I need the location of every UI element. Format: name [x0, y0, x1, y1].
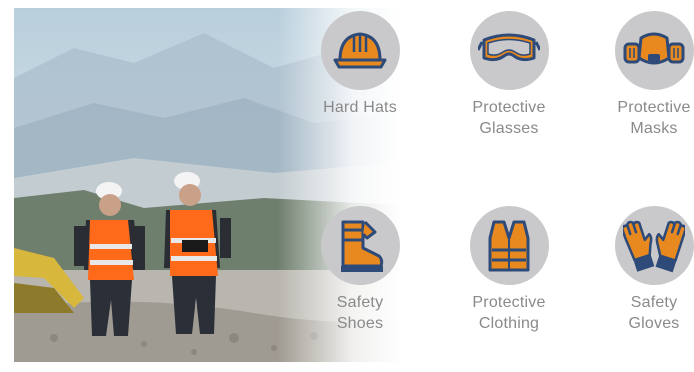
ppe-item-protective-clothing: Protective Clothing — [449, 206, 569, 334]
label-line-2: Glasses — [479, 120, 539, 137]
label-line-1: Safety — [336, 294, 384, 311]
ppe-item-safety-gloves: Safety Gloves — [594, 206, 694, 334]
label-line-2: Shoes — [336, 315, 384, 332]
hard-hat-icon — [333, 32, 387, 68]
item-label: Protective Masks — [594, 97, 694, 139]
label-line-1: Hard Hats — [323, 99, 397, 116]
ppe-item-safety-shoes: Safety Shoes — [300, 206, 420, 334]
ppe-item-protective-masks: Protective Masks — [594, 11, 694, 139]
label-line-1: Protective — [472, 294, 546, 311]
protective-glasses-icon — [478, 33, 540, 61]
icon-circle — [469, 206, 549, 285]
icon-circle — [614, 11, 694, 90]
item-label: Hard Hats — [300, 97, 420, 118]
label-line-1: Protective — [472, 99, 546, 116]
icon-circle — [614, 206, 694, 285]
icon-circle — [320, 11, 400, 90]
label-line-2: Clothing — [478, 315, 540, 332]
icon-circle — [320, 206, 400, 285]
label-line-1: Protective — [617, 99, 691, 116]
icon-circle — [469, 11, 549, 90]
ppe-item-hard-hats: Hard Hats — [300, 11, 420, 118]
item-label: Protective Clothing — [449, 292, 569, 334]
label-line-2: Gloves — [628, 315, 680, 332]
item-label: Safety Shoes — [300, 292, 420, 334]
label-line-2: Masks — [630, 120, 678, 137]
item-label: Safety Gloves — [594, 292, 694, 334]
safety-vest-icon — [488, 220, 530, 271]
safety-boot-icon — [341, 220, 384, 272]
item-label: Protective Glasses — [449, 97, 569, 139]
label-line-1: Safety — [630, 294, 678, 311]
gas-mask-icon — [623, 32, 685, 64]
gloves-icon — [623, 220, 685, 272]
ppe-item-protective-glasses: Protective Glasses — [449, 11, 569, 139]
